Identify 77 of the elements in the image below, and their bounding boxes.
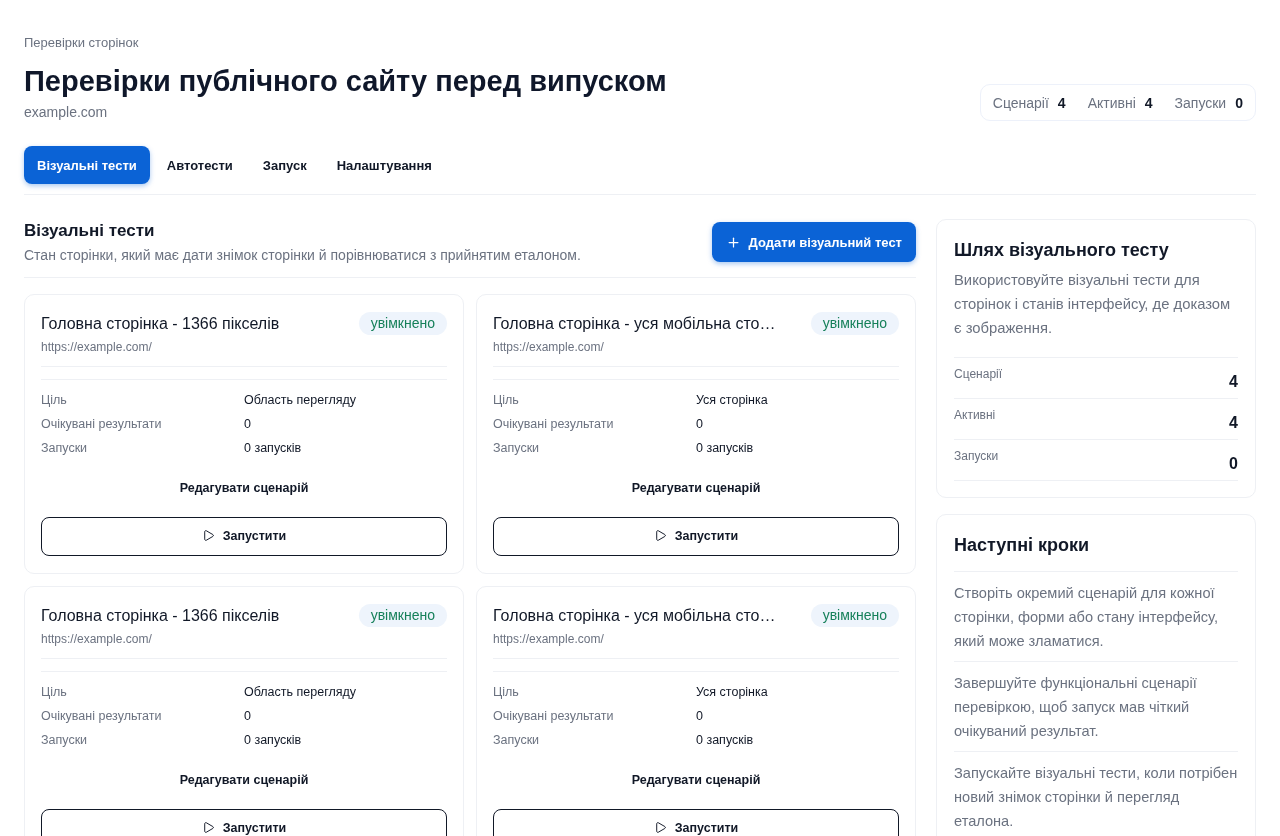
status-badge: увімкнено [810,312,899,335]
edit-scenario-link[interactable]: Редагувати сценарій [627,476,765,500]
detail-value: 0 запусків [696,732,755,749]
detail-value: 0 [244,416,252,433]
test-title: Головна сторінка - 1366 пікселів [41,605,280,626]
detail-value: 0 запусків [244,440,303,457]
tab[interactable]: Автотести [153,146,246,184]
site-domain: example.com [24,103,109,122]
panel-title: Наступні кроки [954,534,1091,557]
run-button[interactable]: Запустити [493,809,899,836]
status-badge: увімкнено [810,604,899,627]
summary-value: 4 [1057,94,1066,111]
summary-label: Запуски [1174,94,1227,111]
tab[interactable]: Налаштування [323,146,445,184]
detail-label: Запуски [41,732,89,749]
test-url: https://example.com/ [493,631,605,647]
detail-label: Ціль [41,684,68,701]
detail-value: Уся сторінка [696,684,769,701]
play-icon [653,821,667,834]
detail-value: 0 [244,708,252,725]
detail-label: Ціль [493,392,520,409]
summary-value: 0 [1235,94,1243,111]
run-button[interactable]: Запустити [41,809,447,836]
detail-label: Ціль [41,392,68,409]
detail-label: Запуски [493,440,541,457]
play-icon [201,821,215,834]
test-title: Головна сторінка - 1366 пікселів [41,313,280,334]
detail-value: Область перегляду [244,684,358,701]
tab[interactable]: Запуск [249,146,320,184]
summary-value: 4 [1144,94,1153,111]
section-title: Візуальні тести [24,220,156,242]
test-url: https://example.com/ [493,339,605,355]
panel-title: Шлях візуального тесту [954,239,1170,262]
play-icon [653,529,667,542]
detail-label: Запуски [41,440,89,457]
stat-value: 4 [1229,413,1238,433]
summary-label: Сценарії [992,94,1049,111]
breadcrumb: Перевірки сторінок [24,34,140,52]
step-text: Запускайте візуальні тести, коли потрібен новий знімок сторінки й перегляд еталона. [954,764,1238,831]
stat-value: 0 [1229,454,1238,474]
step-text: Створіть окремий сценарій для кожної сторінки, форми або стану інтерфейсу, який може зламатися. [954,572,1238,662]
edit-scenario-link[interactable]: Редагувати сценарій [627,768,765,792]
section-description: Стан сторінки, який має дати знімок сторінки й порівнюватися з прийнятим еталоном. [24,246,581,265]
plus-icon [725,234,741,250]
tab[interactable]: Візуальні тести [24,146,150,184]
detail-value: 0 запусків [244,732,303,749]
detail-value: Уся сторінка [696,392,769,409]
detail-label: Очікувані результати [41,708,163,725]
test-title: Головна сторінка - уся мобільна сто… [493,313,776,334]
edit-scenario-link[interactable]: Редагувати сценарій [175,768,313,792]
detail-value: 0 [696,708,704,725]
panel-description: Використовуйте візуальні тести для сторінок і станів інтерфейсу, де доказом є зображення. [954,271,1232,338]
detail-label: Очікувані результати [493,708,615,725]
detail-value: Область перегляду [244,392,358,409]
test-title: Головна сторінка - уся мобільна сто… [493,605,776,626]
status-badge: увімкнено [358,312,447,335]
detail-label: Очікувані результати [41,416,163,433]
detail-value: 0 [696,416,704,433]
detail-value: 0 запусків [696,440,755,457]
stat-value: 4 [1229,372,1238,392]
status-badge: увімкнено [358,604,447,627]
run-button[interactable]: Запустити [493,517,899,556]
step-text: Завершуйте функціональні сценарії перевіркою, щоб запуск мав чіткий очікуваний результат. [954,662,1238,752]
summary-label: Активні [1087,94,1136,111]
test-url: https://example.com/ [41,339,153,355]
test-url: https://example.com/ [41,631,153,647]
edit-scenario-link[interactable]: Редагувати сценарій [175,476,313,500]
detail-label: Ціль [493,684,520,701]
stat-label: Активні [954,407,996,423]
detail-label: Запуски [493,732,541,749]
play-icon [201,529,215,542]
page-title: Перевірки публічного сайту перед випуском [24,64,667,98]
detail-label: Очікувані результати [493,416,615,433]
stat-label: Запуски [954,448,999,464]
add-visual-test-button[interactable]: Додати візуальний тест [711,222,916,262]
stat-label: Сценарії [954,366,1003,382]
run-button[interactable]: Запустити [41,517,447,556]
